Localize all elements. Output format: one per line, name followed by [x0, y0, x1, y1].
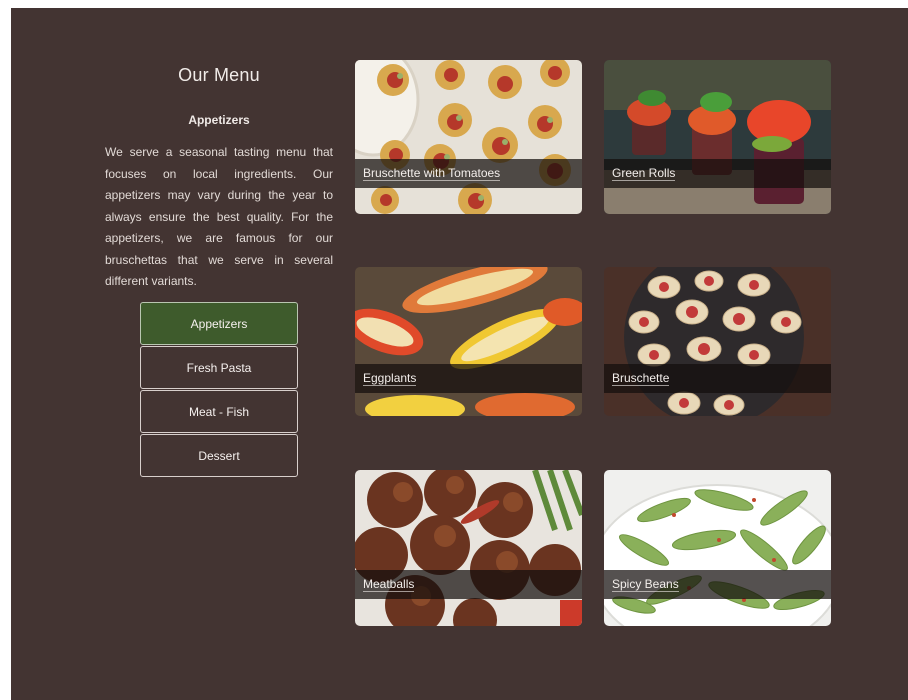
dish-name: Eggplants [363, 371, 417, 386]
bruschette-photo [604, 267, 831, 416]
bruschette-tomatoes-photo [355, 60, 582, 214]
dish-card-eggplants[interactable]: Eggplants [355, 267, 582, 416]
dish-name: Green Rolls [612, 166, 676, 181]
category-button-appetizers[interactable]: Appetizers [140, 302, 298, 345]
dish-name: Bruschette with Tomatoes [363, 166, 501, 181]
category-button-fresh-pasta[interactable]: Fresh Pasta [140, 346, 298, 389]
dish-name: Spicy Beans [612, 577, 679, 592]
dish-caption: Meatballs [355, 570, 582, 599]
spicy-beans-photo [604, 470, 831, 626]
meatballs-photo [355, 470, 582, 626]
section-description: We serve a seasonal tasting menu that fo… [105, 145, 333, 288]
dish-caption: Eggplants [355, 364, 582, 393]
dish-caption: Bruschette [604, 364, 831, 393]
green-rolls-photo [604, 60, 831, 214]
dish-caption: Spicy Beans [604, 570, 831, 599]
dish-card-spicy-beans[interactable]: Spicy Beans [604, 470, 831, 626]
menu-page: Our Menu Appetizers We serve a seasonal … [11, 8, 908, 700]
category-button-dessert[interactable]: Dessert [140, 434, 298, 477]
category-button-meat-fish[interactable]: Meat - Fish [140, 390, 298, 433]
eggplants-photo [355, 267, 582, 416]
section-title: Appetizers [188, 113, 250, 127]
dish-name: Bruschette [612, 371, 670, 386]
page-title: Our Menu [178, 65, 260, 85]
dish-name: Meatballs [363, 577, 415, 592]
dish-card-green-rolls[interactable]: Green Rolls [604, 60, 831, 214]
category-list: Appetizers Fresh Pasta Meat - Fish Desse… [140, 302, 298, 478]
dish-caption: Bruschette with Tomatoes [355, 159, 582, 188]
dish-card-bruschette-tomatoes[interactable]: Bruschette with Tomatoes [355, 60, 582, 214]
dish-card-meatballs[interactable]: Meatballs [355, 470, 582, 626]
dish-card-bruschette[interactable]: Bruschette [604, 267, 831, 416]
dish-caption: Green Rolls [604, 159, 831, 188]
